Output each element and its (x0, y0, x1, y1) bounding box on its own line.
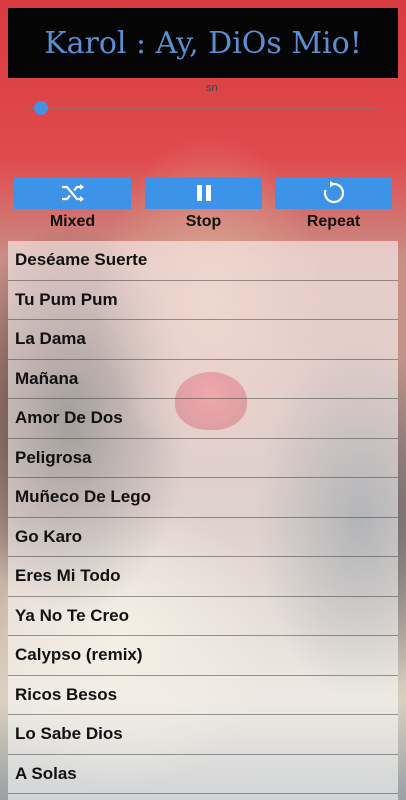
stop-button[interactable] (145, 177, 262, 209)
song-item[interactable]: Deséame Suerte (8, 241, 398, 281)
time-label: sn (206, 82, 218, 94)
song-item[interactable]: Amor De Dos (8, 399, 398, 439)
song-item[interactable]: Eres Mi Todo (8, 557, 398, 597)
song-item[interactable]: A Solas (8, 755, 398, 794)
song-item[interactable]: Ricos Besos (8, 676, 398, 715)
pause-icon (196, 185, 211, 201)
song-list: Deséame Suerte Tu Pum Pum La Dama Mañana… (8, 241, 398, 800)
mixed-button[interactable] (14, 177, 131, 209)
song-item[interactable]: Mañana (8, 360, 398, 399)
song-item[interactable]: Peligrosa (8, 439, 398, 478)
song-item[interactable]: Go Karo (8, 518, 398, 557)
song-item[interactable]: Lo Sabe Dios (8, 715, 398, 755)
song-item[interactable]: Calypso (remix) (8, 636, 398, 676)
stop-control: Stop (145, 177, 262, 233)
repeat-control: Repeat (275, 177, 392, 233)
repeat-button[interactable] (275, 177, 392, 209)
page-title: Karol : Ay, DiOs Mio! (44, 25, 362, 61)
song-item[interactable]: Ya No Te Creo (8, 597, 398, 636)
repeat-label: Repeat (306, 213, 361, 230)
seek-thumb[interactable] (34, 101, 48, 115)
shuffle-icon (61, 184, 84, 202)
mixed-label: Mixed (49, 213, 96, 230)
title-bar: Karol : Ay, DiOs Mio! (8, 8, 398, 78)
song-item[interactable]: Tu Pum Pum (8, 281, 398, 320)
seek-track (30, 107, 378, 109)
repeat-icon (323, 181, 344, 204)
song-item[interactable]: La Dama (8, 320, 398, 360)
song-item[interactable]: Muñeco De Lego (8, 478, 398, 518)
mixed-control: Mixed (14, 177, 131, 233)
stop-label: Stop (185, 213, 222, 230)
seek-bar[interactable] (30, 100, 378, 116)
playback-controls: Mixed Stop Repeat (0, 177, 406, 237)
